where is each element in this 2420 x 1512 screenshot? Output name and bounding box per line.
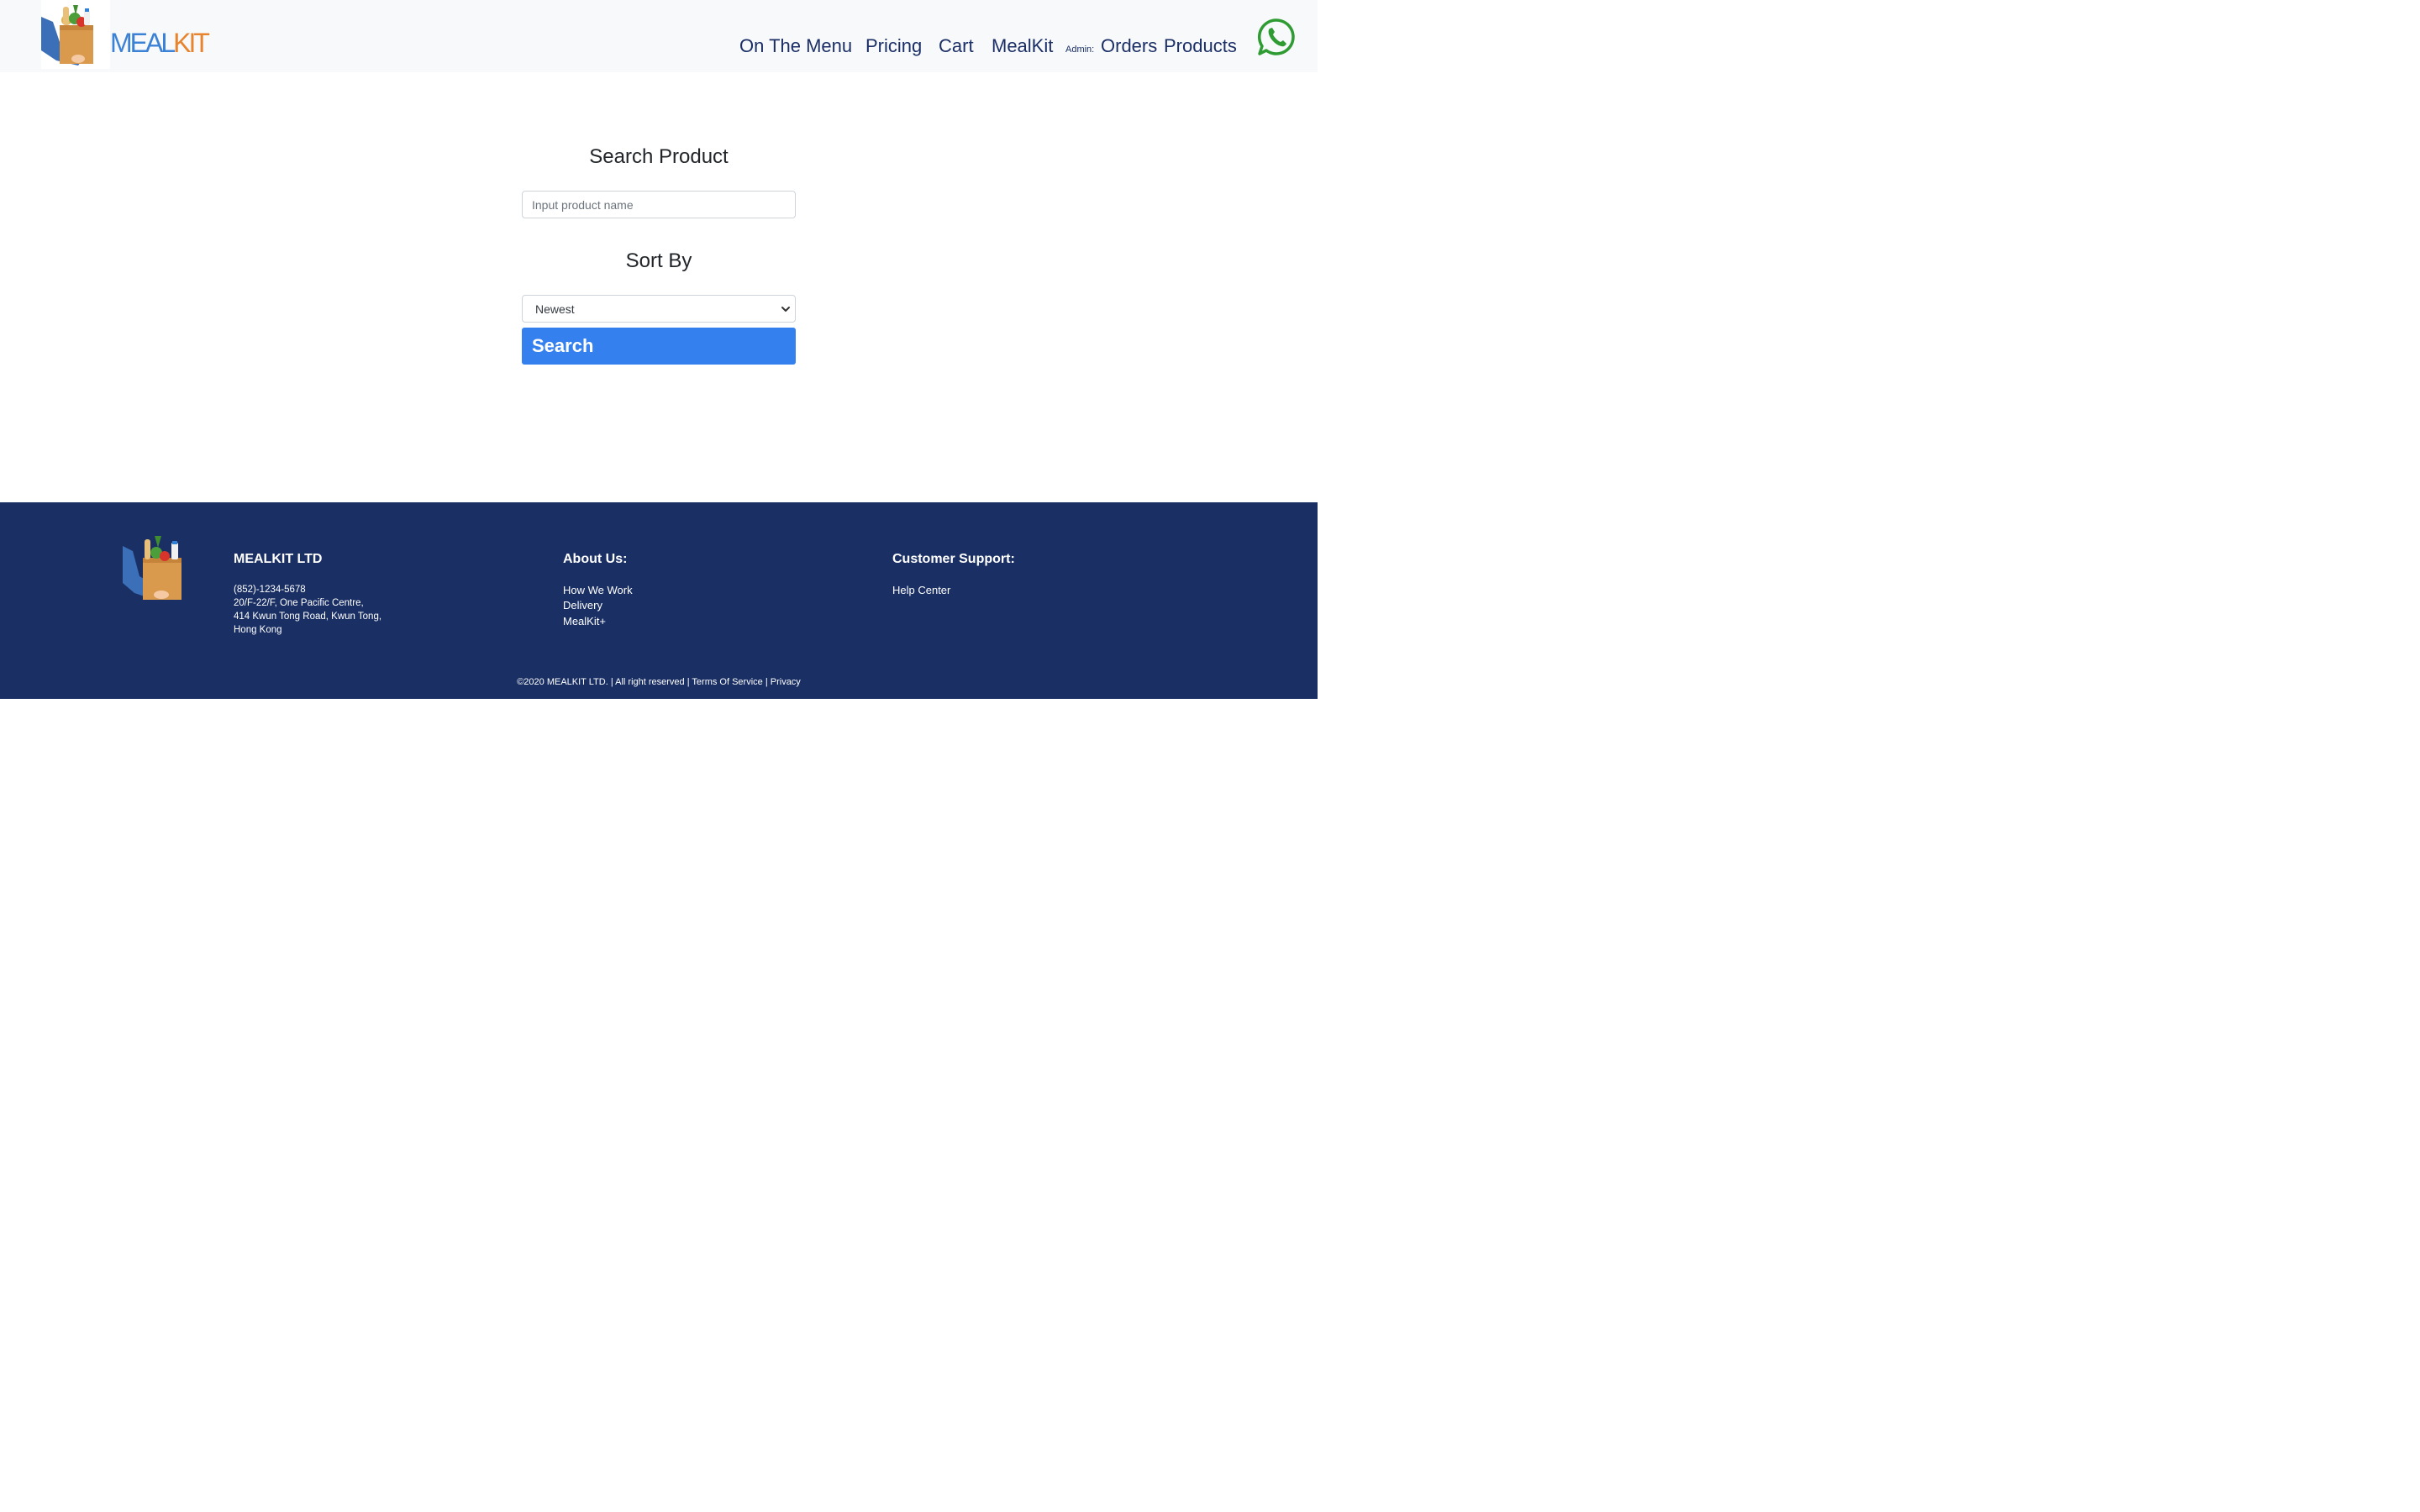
nav-orders[interactable]: Orders xyxy=(1101,34,1157,58)
footer-about-heading: About Us: xyxy=(563,552,628,566)
admin-label: Admin: xyxy=(1065,45,1095,55)
brand-wordmark[interactable]: MEALKIT xyxy=(110,28,210,58)
search-product-heading: Search Product xyxy=(589,145,729,168)
brand-part-meal: MEAL xyxy=(110,28,176,58)
sort-by-heading: Sort By xyxy=(625,249,692,272)
grocery-bag-logo-icon xyxy=(123,536,182,600)
nav-mealkit[interactable]: MealKit xyxy=(992,34,1053,58)
footer-link-help-center[interactable]: Help Center xyxy=(892,583,950,598)
footer-link-delivery[interactable]: Delivery xyxy=(563,598,602,613)
site-header: MEALKIT On The Menu Pricing Cart MealKit… xyxy=(0,0,1318,72)
footer-link-mealkit-plus[interactable]: MealKit+ xyxy=(563,614,606,629)
whatsapp-icon[interactable] xyxy=(1257,18,1296,56)
brand-part-kit: KIT xyxy=(173,28,210,58)
nav-pricing[interactable]: Pricing xyxy=(865,34,922,58)
sort-by-select[interactable]: Newest xyxy=(522,295,796,323)
search-button[interactable]: Search xyxy=(522,328,796,365)
nav-on-the-menu[interactable]: On The Menu xyxy=(739,34,852,58)
site-footer: MEALKIT LTD (852)-1234-5678 20/F-22/F, O… xyxy=(0,502,1318,699)
footer-phone: (852)-1234-5678 xyxy=(234,585,306,595)
footer-link-how-we-work[interactable]: How We Work xyxy=(563,583,633,598)
footer-company-name: MEALKIT LTD xyxy=(234,552,323,566)
sort-selected-value: Newest xyxy=(535,302,575,316)
product-name-input[interactable] xyxy=(522,191,796,218)
chevron-down-icon xyxy=(781,307,790,312)
nav-cart[interactable]: Cart xyxy=(939,34,974,58)
footer-address-line: 20/F-22/F, One Pacific Centre, xyxy=(234,598,364,608)
grocery-bag-logo-icon xyxy=(41,5,93,66)
footer-support-heading: Customer Support: xyxy=(892,552,1015,566)
footer-address-line: Hong Kong xyxy=(234,625,282,635)
logo[interactable] xyxy=(41,0,110,69)
footer-address-line: 414 Kwun Tong Road, Kwun Tong, xyxy=(234,612,382,622)
nav-products[interactable]: Products xyxy=(1164,34,1237,58)
footer-copyright: ©2020 MEALKIT LTD. | All right reserved … xyxy=(517,677,801,687)
